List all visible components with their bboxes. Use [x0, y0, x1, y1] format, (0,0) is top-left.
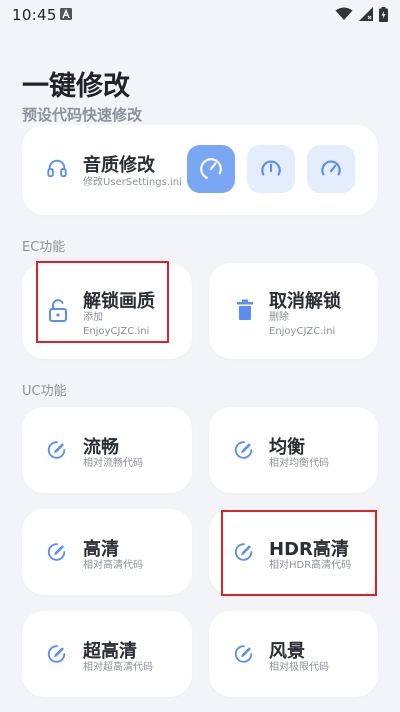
- speedometer-icon: [200, 158, 222, 180]
- uc-scenery-card[interactable]: 风景 相对极限代码: [209, 611, 378, 697]
- uc-hd-subtitle: 相对高清代码: [83, 560, 143, 571]
- hdr-highlight-box: [221, 510, 377, 596]
- system-icons: [335, 6, 388, 22]
- audio-preset-1-button[interactable]: [187, 145, 235, 193]
- signal-icon: [359, 7, 373, 21]
- uc-smooth-card[interactable]: 流畅 相对流畅代码: [22, 407, 192, 493]
- status-bar: 10:45: [0, 0, 400, 30]
- audio-card: 音质修改 修改UserSettings.ini: [22, 125, 378, 215]
- unlock-highlight-box: [36, 261, 169, 343]
- ec-section-label: EC功能: [22, 240, 66, 255]
- cancel-unlock-line1: 删除: [269, 312, 289, 323]
- audio-preset-3-button[interactable]: [307, 145, 355, 193]
- status-time: 10:45: [12, 6, 57, 24]
- uc-balanced-title: 均衡: [269, 437, 305, 458]
- edit-icon: [234, 645, 253, 663]
- uc-scenery-subtitle: 相对极限代码: [269, 662, 329, 673]
- uc-hd-title: 高清: [83, 539, 119, 560]
- audio-preset-2-button[interactable]: [247, 145, 295, 193]
- uc-section-label: UC功能: [22, 384, 67, 399]
- edit-icon: [234, 441, 253, 459]
- uc-hd-card[interactable]: 高清 相对高清代码: [22, 509, 192, 595]
- uc-ultra-hd-title: 超高清: [83, 641, 137, 662]
- audio-title: 音质修改: [83, 155, 155, 176]
- page-subtitle: 预设代码快速修改: [22, 106, 143, 124]
- wifi-icon: [335, 7, 353, 20]
- battery-icon: [379, 6, 388, 22]
- edit-icon: [47, 645, 66, 663]
- uc-smooth-subtitle: 相对流畅代码: [83, 458, 143, 469]
- uc-scenery-title: 风景: [269, 641, 305, 662]
- uc-ultra-hd-subtitle: 相对超高清代码: [83, 662, 153, 673]
- audio-subtitle: 修改UserSettings.ini: [83, 177, 182, 188]
- uc-balanced-card[interactable]: 均衡 相对均衡代码: [209, 407, 378, 493]
- gauge-icon: [261, 160, 281, 176]
- headphones-icon: [47, 159, 67, 178]
- notification-a-icon: [60, 8, 72, 20]
- uc-balanced-subtitle: 相对均衡代码: [269, 458, 329, 469]
- uc-ultra-hd-card[interactable]: 超高清 相对超高清代码: [22, 611, 192, 697]
- cancel-unlock-title: 取消解锁: [269, 291, 341, 312]
- speedometer-fast-icon: [321, 160, 341, 176]
- cancel-unlock-card[interactable]: 取消解锁 删除 EnjoyCJZC.ini: [209, 263, 378, 359]
- cancel-unlock-line2: EnjoyCJZC.ini: [269, 326, 336, 337]
- page-title: 一键修改: [22, 71, 130, 102]
- edit-icon: [47, 441, 66, 459]
- edit-icon: [47, 543, 66, 561]
- uc-smooth-title: 流畅: [83, 437, 119, 458]
- trash-icon: [237, 299, 253, 320]
